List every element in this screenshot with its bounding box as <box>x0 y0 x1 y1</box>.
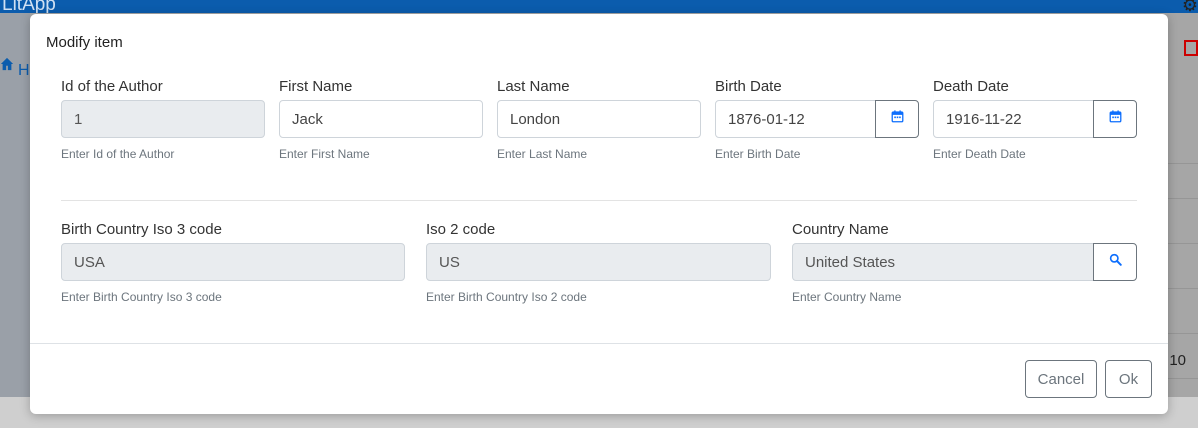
country-name-label: Country Name <box>792 221 889 238</box>
last-name-input[interactable]: London <box>497 100 701 138</box>
last-name-help: Enter Last Name <box>497 147 588 161</box>
death-date-input[interactable]: 1916-11-22 <box>933 100 1094 138</box>
gear-icon[interactable]: ⚙ <box>1182 0 1198 13</box>
first-name-input[interactable]: Jack <box>279 100 483 138</box>
app-header: LitApp ⚙ <box>0 0 1198 13</box>
death-date-label: Death Date <box>933 78 1009 95</box>
author-id-label: Id of the Author <box>61 78 163 95</box>
background-breadcrumb: H <box>18 62 30 79</box>
search-icon <box>1109 253 1122 271</box>
iso2-label: Iso 2 code <box>426 221 496 238</box>
modify-item-dialog: Modify item Id of the Author 1 Enter Id … <box>30 14 1168 414</box>
death-date-field: Death Date 1916-11-22 Enter Death Date <box>933 78 1137 161</box>
birth-date-input[interactable]: 1876-01-12 <box>715 100 876 138</box>
iso3-field: Birth Country Iso 3 code USA Enter Birth… <box>61 221 405 304</box>
app-title: LitApp <box>2 0 56 13</box>
country-name-field: Country Name United States Enter Country… <box>792 221 1137 304</box>
birth-date-field: Birth Date 1876-01-12 Enter Birth Date <box>715 78 919 161</box>
background-page-count: 10 <box>1169 352 1186 369</box>
country-name-help: Enter Country Name <box>792 290 902 304</box>
dialog-title: Modify item <box>46 34 123 51</box>
iso2-input[interactable]: US <box>426 243 771 281</box>
iso3-help: Enter Birth Country Iso 3 code <box>61 290 222 304</box>
ok-button[interactable]: Ok <box>1105 360 1152 398</box>
background-table-edge <box>1167 13 1198 397</box>
country-search-button[interactable] <box>1093 243 1137 281</box>
section-divider <box>61 200 1137 201</box>
birth-date-picker-button[interactable] <box>875 100 919 138</box>
home-icon[interactable] <box>0 55 14 76</box>
author-id-input[interactable]: 1 <box>61 100 265 138</box>
first-name-help: Enter First Name <box>279 147 370 161</box>
iso3-input[interactable]: USA <box>61 243 405 281</box>
author-id-help: Enter Id of the Author <box>61 147 175 161</box>
birth-date-label: Birth Date <box>715 78 782 95</box>
dialog-footer-divider <box>30 343 1168 344</box>
last-name-label: Last Name <box>497 78 570 95</box>
death-date-picker-button[interactable] <box>1093 100 1137 138</box>
cancel-button[interactable]: Cancel <box>1025 360 1097 398</box>
death-date-help: Enter Death Date <box>933 147 1026 161</box>
first-name-field: First Name Jack Enter First Name <box>279 78 483 161</box>
author-id-field: Id of the Author 1 Enter Id of the Autho… <box>61 78 265 161</box>
birth-date-help: Enter Birth Date <box>715 147 801 161</box>
calendar-icon <box>1109 110 1122 128</box>
last-name-field: Last Name London Enter Last Name <box>497 78 701 161</box>
iso2-help: Enter Birth Country Iso 2 code <box>426 290 587 304</box>
iso2-field: Iso 2 code US Enter Birth Country Iso 2 … <box>426 221 771 304</box>
country-name-input[interactable]: United States <box>792 243 1094 281</box>
calendar-icon <box>891 110 904 128</box>
document-icon[interactable] <box>1184 40 1198 61</box>
iso3-label: Birth Country Iso 3 code <box>61 221 222 238</box>
first-name-label: First Name <box>279 78 353 95</box>
